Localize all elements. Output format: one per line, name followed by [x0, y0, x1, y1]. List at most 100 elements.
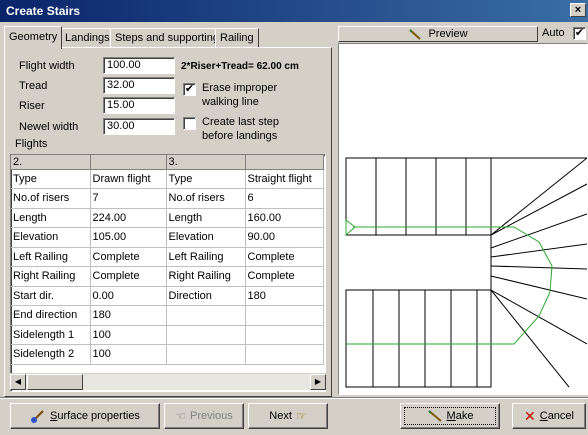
next-button[interactable]: Next ☞	[248, 403, 328, 429]
riser-field[interactable]: 15.00	[103, 97, 175, 114]
hand-left-icon: ☜	[175, 409, 186, 423]
grid-property-cell[interactable]: End direction	[11, 305, 91, 326]
grid-property-cell[interactable]: Left Railing	[11, 247, 91, 267]
grid-value-cell[interactable]	[245, 305, 324, 326]
grid-value-cell[interactable]: 7	[90, 188, 167, 209]
grid-value-cell[interactable]: 100	[90, 344, 167, 365]
scroll-left-button[interactable]: ◀	[10, 374, 26, 390]
scroll-right-button[interactable]: ▶	[310, 374, 326, 390]
grid-property-cell[interactable]	[166, 305, 246, 326]
grid-property-cell[interactable]: No.of risers	[11, 188, 91, 209]
riser-tread-formula: 2*Riser+Tread= 62.00 cm	[181, 61, 299, 72]
window-title: Create Stairs	[6, 4, 81, 18]
cancel-button[interactable]: ✕ Cancel	[512, 403, 586, 429]
grid-value-cell[interactable]: 180	[90, 305, 167, 326]
grid-value-cell[interactable]	[245, 344, 324, 365]
grid-value-cell[interactable]: 0.00	[90, 286, 167, 306]
scroll-thumb[interactable]	[27, 374, 83, 390]
grid-value-cell[interactable]: Complete	[245, 266, 324, 287]
grid-row[interactable]: Sidelength 2 100	[11, 344, 324, 365]
grid-value-cell[interactable]: 6	[245, 188, 324, 209]
grid-property-cell[interactable]: Length	[166, 208, 246, 228]
grid-row[interactable]: Type Drawn flight Type Straight flight	[11, 169, 324, 189]
flight-width-label: Flight width	[19, 60, 75, 72]
pencil-icon	[409, 29, 422, 40]
tab-steps-and-supporting[interactable]: Steps and supporting	[110, 28, 224, 48]
pencil-icon	[427, 410, 442, 422]
grid-property-cell[interactable]: Type	[166, 169, 246, 189]
grid-value-cell[interactable]: 105.00	[90, 227, 167, 248]
stair-plan-drawing	[345, 157, 588, 388]
grid-value-cell[interactable]: 160.00	[245, 208, 324, 228]
next-button-label: Next	[269, 410, 292, 422]
bottom-separator	[0, 397, 588, 399]
auto-preview-checkbox[interactable]: ✔	[573, 27, 586, 40]
grid-value-cell[interactable]	[245, 325, 324, 345]
grid-header-flight-2: 2.	[11, 155, 91, 170]
erase-improper-label: Erase improper	[202, 82, 278, 94]
create-last-step-checkbox[interactable]	[183, 117, 196, 130]
flight-width-field[interactable]: 100.00	[103, 57, 175, 74]
grid-property-cell[interactable]	[166, 325, 246, 345]
grid-row[interactable]: Start dir. 0.00 Direction 180	[11, 286, 324, 306]
tab-landings[interactable]: Landings	[60, 28, 115, 48]
arrow-right-icon: ▶	[314, 377, 322, 386]
grid-header-row: 2. 3.	[11, 155, 324, 170]
flights-label: Flights	[15, 138, 48, 150]
grid-row[interactable]: Right Railing Complete Right Railing Comple…	[11, 266, 324, 287]
grid-value-cell[interactable]: 180	[245, 286, 324, 306]
grid-property-cell[interactable]: Direction	[166, 286, 246, 306]
grid-row[interactable]: Length 224.00 Length 160.00	[11, 208, 324, 228]
newel-width-field[interactable]: 30.00	[103, 118, 175, 135]
flights-table: 2. 3. Type Drawn flight Type Straight fligh…	[11, 155, 324, 365]
make-button[interactable]: Make	[400, 403, 500, 429]
preview-button[interactable]: Preview	[338, 26, 538, 42]
grid-property-cell[interactable]: No.of risers	[166, 188, 246, 209]
tab-geometry[interactable]: Geometry	[4, 26, 63, 49]
title-bar: Create Stairs ×	[0, 0, 588, 22]
grid-value-cell[interactable]: Complete	[245, 247, 324, 267]
grid-property-cell[interactable]: Elevation	[11, 227, 91, 248]
grid-property-cell[interactable]: Sidelength 2	[11, 344, 91, 365]
tab-railing[interactable]: Railing	[215, 28, 259, 48]
grid-property-cell[interactable]	[166, 344, 246, 365]
grid-value-cell[interactable]: 100	[90, 325, 167, 345]
close-button[interactable]: ×	[570, 3, 586, 17]
grid-row[interactable]: Sidelength 1 100	[11, 325, 324, 345]
grid-value-cell[interactable]: 90.00	[245, 227, 324, 248]
grid-property-cell[interactable]: Length	[11, 208, 91, 228]
grid-value-cell[interactable]: Complete	[90, 266, 167, 287]
close-icon: ×	[574, 4, 582, 16]
tread-field[interactable]: 32.00	[103, 77, 175, 94]
check-mark-icon: ✔	[574, 27, 585, 39]
tread-label: Tread	[19, 80, 48, 92]
previous-button-label: Previous	[189, 410, 233, 422]
grid-row[interactable]: Elevation 105.00 Elevation 90.00	[11, 227, 324, 248]
grid-property-cell[interactable]: Type	[11, 169, 91, 189]
grid-value-cell[interactable]: 224.00	[90, 208, 167, 228]
grid-row[interactable]: End direction 180	[11, 305, 324, 326]
grid-value-cell[interactable]: Complete	[90, 247, 167, 267]
stair-preview-canvas[interactable]	[338, 43, 588, 395]
grid-property-cell[interactable]: Sidelength 1	[11, 325, 91, 345]
flights-grid[interactable]: 2. 3. Type Drawn flight Type Straight fligh…	[10, 154, 326, 392]
hand-right-icon: ☞	[295, 409, 307, 423]
grid-property-cell[interactable]: Right Railing	[166, 266, 246, 287]
riser-label: Riser	[19, 100, 45, 112]
check-mark-icon: ✔	[184, 83, 195, 95]
auto-preview-label: Auto	[542, 27, 565, 39]
surface-properties-button[interactable]: Surface properties	[10, 403, 160, 429]
grid-property-cell[interactable]: Start dir.	[11, 286, 91, 306]
grid-row[interactable]: No.of risers 7 No.of risers 6	[11, 188, 324, 209]
erase-improper-checkbox[interactable]: ✔	[183, 83, 196, 96]
grid-header-flight-3: 3.	[166, 155, 246, 170]
grid-property-cell[interactable]: Right Railing	[11, 266, 91, 287]
grid-property-cell[interactable]: Left Railing	[166, 247, 246, 267]
grid-property-cell[interactable]: Elevation	[166, 227, 246, 248]
grid-row[interactable]: Left Railing Complete Left Railing Complete	[11, 247, 324, 267]
grid-horizontal-scrollbar[interactable]: ◀ ▶	[10, 373, 326, 390]
grid-value-cell[interactable]: Straight flight	[245, 169, 324, 189]
grid-value-cell[interactable]: Drawn flight	[90, 169, 167, 189]
previous-button[interactable]: ☜ Previous	[164, 403, 244, 429]
arrow-left-icon: ◀	[14, 377, 22, 386]
